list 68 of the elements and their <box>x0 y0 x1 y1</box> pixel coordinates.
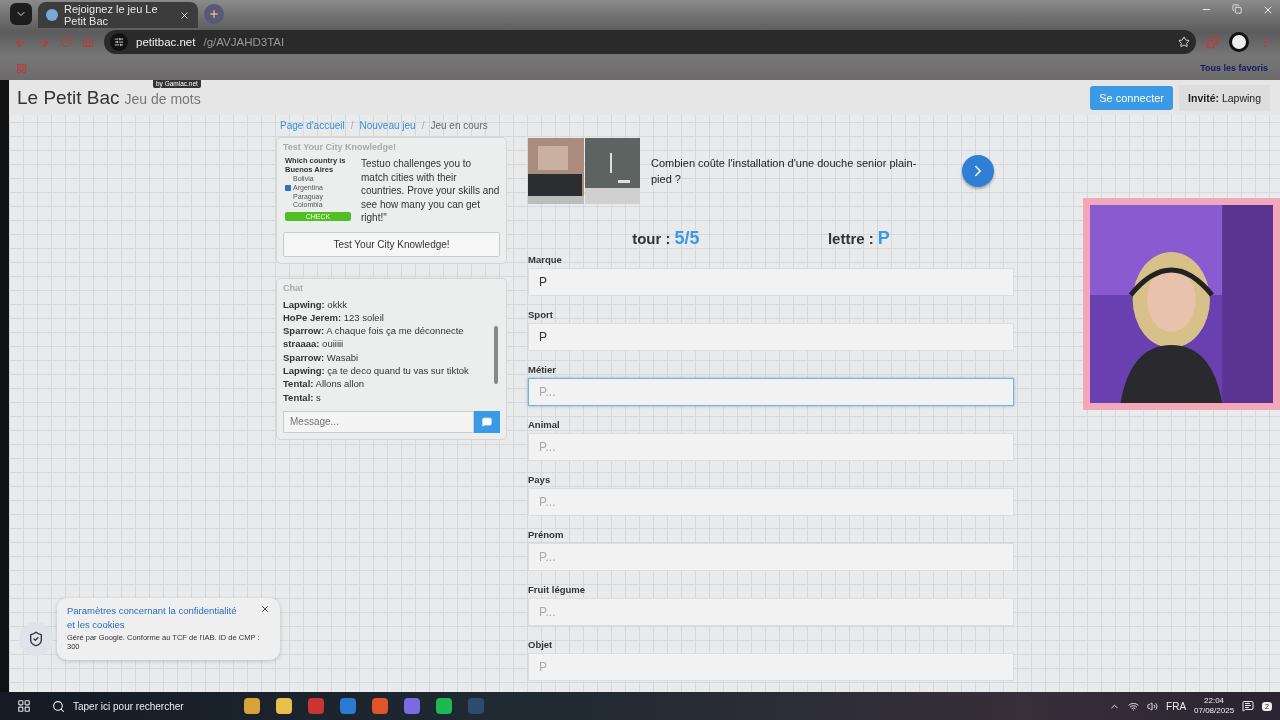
chat-message: Lapwing: ça te deco quand tu vas sur tiktok <box>283 364 470 378</box>
address-bar[interactable]: petitbac.net /g/AVJAHD3TAI <box>104 30 1196 54</box>
privacy-shield-button[interactable] <box>19 622 53 656</box>
field-label: Sport <box>528 309 554 320</box>
speech-bubble-icon[interactable] <box>482 416 492 427</box>
ad-text: Testuo challenges you to match cities with their countries. Prove your skills and see how many you can get right!" <box>361 157 500 225</box>
search-icon[interactable] <box>52 699 65 713</box>
chat-message: Tental: s <box>283 390 322 404</box>
answer-field[interactable]: P... <box>528 378 1014 406</box>
windows-logo-icon[interactable] <box>17 699 31 713</box>
field-label: Pays <box>528 474 552 485</box>
clock-time: 22:04 <box>1204 696 1225 706</box>
message-input[interactable]: Message... <box>283 410 474 433</box>
browser-tab[interactable]: Rejoignez le jeu Le Petit Bac <box>38 2 198 28</box>
site-title: Le Petit Bac <box>17 86 120 109</box>
network-icon[interactable] <box>1128 700 1140 712</box>
ad-button[interactable]: Test Your City Knowledge! <box>283 231 500 257</box>
letter-label: lettre : <box>827 230 874 247</box>
scrollbar <box>494 325 498 384</box>
taskbar-app-icon[interactable] <box>372 698 388 714</box>
breadcrumb-current: Jeu en cours <box>430 120 488 131</box>
clock-date: 07/08/2025 <box>1194 706 1235 716</box>
round-label: tour : <box>632 230 671 247</box>
breadcrumb-separator: / <box>350 120 354 131</box>
cookie-title[interactable]: Paramètres concernant la confidentialité et les cookies <box>67 604 247 633</box>
volume-icon[interactable] <box>1147 700 1159 712</box>
close-icon[interactable] <box>260 604 270 614</box>
chat-message: Sparrow: A chaque fois ça me déconnecte <box>283 324 465 338</box>
site-subtitle: Jeu de mots <box>124 90 201 107</box>
chat-message: HoPe Jerem: 123 soleil <box>283 310 385 325</box>
field-label: Métier <box>528 364 557 375</box>
restore-icon[interactable] <box>1232 4 1242 14</box>
field-label: Prénom <box>528 529 565 540</box>
field-label: Fruit légume <box>528 584 586 595</box>
taskbar-app-icon[interactable] <box>436 698 452 714</box>
breadcrumb-separator: / <box>421 120 425 131</box>
profile-avatar[interactable] <box>1229 32 1249 52</box>
taskbar-search[interactable]: Taper ici pour rechercher <box>48 692 236 720</box>
taskbar-app-icon[interactable] <box>404 698 420 714</box>
taskbar-app-icon[interactable] <box>244 698 260 714</box>
chat-message: straaaa: ouiiiii <box>283 337 345 351</box>
chat-message: Lapwing: okkk <box>283 297 348 311</box>
chat-message: Tental: Allons allon <box>283 377 366 391</box>
bookmark-star-icon[interactable] <box>1178 36 1190 48</box>
answer-field[interactable]: P <box>528 323 1014 351</box>
site-settings-icon[interactable] <box>110 33 128 51</box>
promo-text: Combien coûte l'installation d'une douche senior plain-pied ? <box>651 155 918 187</box>
taskbar-app-icon[interactable] <box>340 698 356 714</box>
field-label: Objet <box>528 639 554 650</box>
shield-check-icon[interactable] <box>28 631 44 647</box>
chat-title: Chat <box>283 282 304 293</box>
tab-search-button[interactable] <box>10 3 32 25</box>
language-indicator[interactable]: FRA <box>1166 700 1187 712</box>
next-button[interactable] <box>962 155 994 187</box>
field-label: Marque <box>528 254 563 265</box>
round-value: 5/5 <box>674 228 700 248</box>
letter-value: P <box>877 228 890 248</box>
ad-title: Test Your City Knowledge! <box>283 142 397 152</box>
site-icon <box>46 9 58 21</box>
answer-field[interactable]: P <box>528 268 1014 296</box>
notifications-icon[interactable] <box>1242 700 1255 712</box>
chat-message: Sparrow: Wasabi <box>283 350 360 364</box>
guest-label: Invité: Lapwing <box>1179 84 1270 111</box>
field-label: Animal <box>528 419 561 430</box>
taskbar-app-icon[interactable] <box>308 698 324 714</box>
send-button[interactable] <box>474 410 500 433</box>
close-icon[interactable] <box>179 9 190 21</box>
close-icon[interactable] <box>1262 4 1274 16</box>
